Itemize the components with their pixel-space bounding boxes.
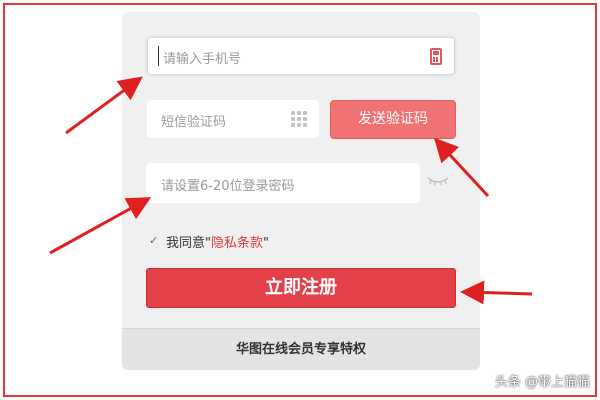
keypad-grid-icon xyxy=(291,111,307,127)
watermark: 头条 @带上猫猫 xyxy=(494,375,590,390)
member-benefits-bar[interactable]: 华图在线会员专享特权 xyxy=(122,328,480,370)
agree-prefix: 我同意" xyxy=(166,236,211,251)
agree-text: 我同意"隐私条款" xyxy=(166,232,269,251)
register-form: 请输入手机号 短信验证码 发送验证码 请设置6-20位登录密码 ✓ 我同意"隐私… xyxy=(122,12,480,370)
mobile-phone-icon xyxy=(430,48,442,65)
checkmark-icon[interactable]: ✓ xyxy=(149,234,158,247)
agree-suffix: " xyxy=(263,236,269,251)
password-input[interactable]: 请设置6-20位登录密码 xyxy=(146,163,420,203)
sms-placeholder: 短信验证码 xyxy=(161,115,227,130)
sms-code-input[interactable]: 短信验证码 xyxy=(147,100,319,138)
phone-placeholder: 请输入手机号 xyxy=(163,52,242,67)
register-button[interactable]: 立即注册 xyxy=(146,268,456,308)
phone-input[interactable]: 请输入手机号 xyxy=(147,37,455,75)
send-code-button[interactable]: 发送验证码 xyxy=(330,100,456,139)
text-caret xyxy=(158,46,159,66)
member-benefits-text: 华图在线会员专享特权 xyxy=(235,342,366,357)
privacy-terms-link[interactable]: 隐私条款 xyxy=(211,236,263,251)
eye-closed-icon[interactable] xyxy=(427,175,449,187)
password-placeholder: 请设置6-20位登录密码 xyxy=(161,179,295,194)
